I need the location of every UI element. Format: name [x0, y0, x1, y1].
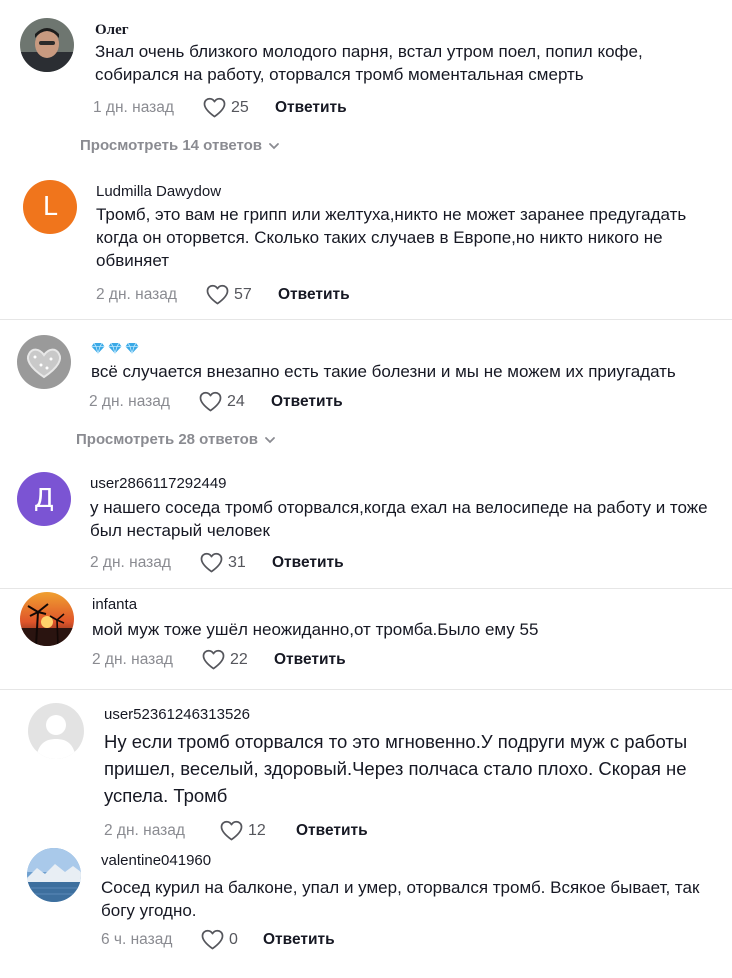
comment-time: 2 дн. назад — [92, 650, 173, 668]
username[interactable]: infanta — [92, 596, 137, 613]
like-button[interactable]: 25 — [203, 97, 275, 118]
comment-meta: 6 ч. назад 0 Ответить — [101, 929, 335, 950]
chevron-down-icon — [264, 434, 276, 446]
comment-time: 1 дн. назад — [93, 98, 174, 116]
avatar[interactable] — [27, 848, 81, 902]
like-button[interactable]: 22 — [202, 649, 274, 670]
username[interactable]: Ludmilla Dawydow — [96, 183, 221, 200]
comment-meta: 2 дн. назад 31 Ответить — [90, 552, 344, 573]
avatar-letter: L — [42, 192, 58, 222]
like-count: 31 — [228, 553, 246, 571]
comment-time: 6 ч. назад — [101, 930, 173, 948]
gem-icon — [91, 342, 105, 354]
view-replies-label: Просмотреть 28 ответов — [76, 431, 259, 448]
reply-button[interactable]: Ответить — [263, 931, 335, 949]
like-count: 22 — [230, 650, 248, 668]
comment-text: Тромб, это вам не грипп или желтуха,никт… — [96, 205, 687, 270]
avatar[interactable]: Д — [17, 472, 71, 526]
reply-button[interactable]: Ответить — [271, 393, 343, 411]
comment-text: всё случается внезапно есть такие болезн… — [91, 362, 676, 381]
comment-item: infanta мой муж тоже ушёл неожиданно,от … — [0, 589, 732, 690]
reply-button[interactable]: Ответить — [296, 822, 368, 840]
avatar[interactable] — [28, 703, 84, 759]
like-button[interactable]: 31 — [200, 552, 272, 573]
comment-item: L Ludmilla Dawydow Тромб, это вам не гри… — [0, 170, 732, 318]
username-gems[interactable] — [91, 342, 139, 354]
gem-icon — [125, 342, 139, 354]
view-replies-label: Просмотреть 14 ответов — [80, 137, 263, 154]
like-count: 25 — [231, 98, 249, 116]
reply-button[interactable]: Ответить — [272, 554, 344, 572]
like-count: 24 — [227, 392, 245, 410]
comment-item: valentine041960 Сосед курил на балконе, … — [0, 843, 732, 978]
comment-time: 2 дн. назад — [89, 392, 170, 410]
comment-item: всё случается внезапно есть такие болезн… — [0, 320, 732, 460]
comment-meta: 2 дн. назад 57 Ответить — [96, 284, 350, 305]
comment-item: Д user2866117292449 у нашего соседа тром… — [0, 460, 732, 588]
reply-button[interactable]: Ответить — [275, 99, 347, 117]
username[interactable]: user52361246313526 — [104, 706, 250, 723]
comment-text: Знал очень близкого молодого парня, вста… — [95, 42, 643, 84]
heart-icon — [203, 97, 226, 118]
comment-text: Сосед курил на балконе, упал и умер, ото… — [101, 878, 700, 920]
chevron-down-icon — [268, 140, 280, 152]
like-count: 0 — [229, 930, 238, 948]
heart-icon — [200, 552, 223, 573]
comment-meta: 2 дн. назад 24 Ответить — [89, 391, 343, 412]
avatar[interactable]: L — [23, 180, 77, 234]
heart-icon — [206, 284, 229, 305]
comment-time: 2 дн. назад — [96, 285, 177, 303]
comment-item: Олег Знал очень близкого молодого парня,… — [0, 0, 732, 170]
comment-meta: 2 дн. назад 12 Ответить — [104, 820, 368, 841]
like-button[interactable]: 12 — [220, 820, 296, 841]
view-replies-button[interactable]: Просмотреть 28 ответов — [76, 431, 276, 448]
heart-icon — [220, 820, 243, 841]
comment-text: у нашего соседа тромб оторвался,когда ех… — [90, 498, 708, 540]
comment-text: мой муж тоже ушёл неожиданно,от тромба.Б… — [92, 620, 539, 639]
username[interactable]: Олег — [95, 22, 129, 39]
like-button[interactable]: 24 — [199, 391, 271, 412]
comment-meta: 2 дн. назад 22 Ответить — [92, 649, 346, 670]
avatar[interactable] — [17, 335, 71, 389]
heart-icon — [201, 929, 224, 950]
reply-button[interactable]: Ответить — [278, 286, 350, 304]
avatar-letter: Д — [33, 484, 55, 514]
like-button[interactable]: 57 — [206, 284, 278, 305]
comment-item: user52361246313526 Ну если тромб оторвал… — [0, 690, 732, 843]
gem-icon — [108, 342, 122, 354]
avatar[interactable] — [20, 18, 74, 72]
like-button[interactable]: 0 — [201, 929, 263, 950]
comment-time: 2 дн. назад — [104, 821, 185, 839]
reply-button[interactable]: Ответить — [274, 651, 346, 669]
avatar[interactable] — [20, 592, 74, 646]
heart-icon — [199, 391, 222, 412]
like-count: 57 — [234, 285, 252, 303]
comment-text: Ну если тромб оторвался то это мгновенно… — [104, 731, 688, 806]
view-replies-button[interactable]: Просмотреть 14 ответов — [80, 137, 280, 154]
like-count: 12 — [248, 821, 266, 839]
comment-meta: 1 дн. назад 25 Ответить — [93, 97, 347, 118]
username[interactable]: user2866117292449 — [90, 475, 227, 492]
heart-icon — [202, 649, 225, 670]
comment-time: 2 дн. назад — [90, 553, 171, 571]
username[interactable]: valentine041960 — [101, 852, 211, 869]
